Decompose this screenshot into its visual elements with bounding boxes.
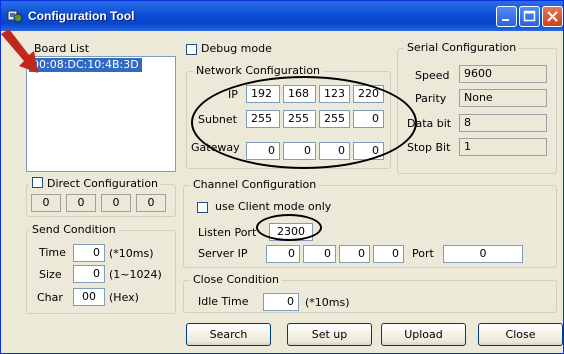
close-button[interactable]: Close [478,323,563,346]
parity-value: None [459,89,547,107]
server-ip-octet-1[interactable]: 0 [266,245,300,263]
speed-value: 9600 [459,65,547,83]
minimize-icon [502,19,509,21]
char-input[interactable]: 00 [73,288,105,306]
send-condition-legend: Send Condition [29,223,119,236]
direct-octet-2: 0 [66,194,96,212]
listen-port-highlight-ellipse [256,214,322,241]
network-highlight-ellipse [191,76,417,169]
client-mode-checkbox[interactable] [197,202,208,213]
size-unit: (1~1024) [109,268,162,281]
annotation-arrow-icon [1,29,38,73]
idle-time-unit: (*10ms) [305,296,350,309]
parity-label: Parity [415,92,447,105]
upload-button[interactable]: Upload [381,323,466,346]
setup-button[interactable]: Set up [287,323,372,346]
speed-label: Speed [415,69,450,82]
search-button[interactable]: Search [186,323,271,346]
time-input[interactable]: 0 [73,244,105,262]
minimize-button[interactable] [496,6,517,27]
maximize-icon [523,10,536,22]
char-label: Char [37,291,63,304]
maximize-button[interactable] [519,6,540,27]
debug-mode-checkbox[interactable] [186,44,197,55]
window-title: Configuration Tool [28,9,135,23]
port-input[interactable]: 0 [443,245,523,263]
board-list-label: Board List [34,42,90,55]
configuration-tool-window: Configuration Tool Board List 00:08:DC:1… [0,0,564,354]
direct-octet-3: 0 [101,194,131,212]
server-ip-octet-2[interactable]: 0 [303,245,336,263]
server-ip-octet-3[interactable]: 0 [339,245,370,263]
port-label: Port [412,247,434,260]
stop-bit-label: Stop Bit [407,141,451,154]
idle-time-input[interactable]: 0 [263,293,299,311]
direct-configuration-legend: Direct Configuration [29,177,162,190]
stop-bit-value: 1 [459,138,547,156]
time-label: Time [39,246,66,259]
board-list[interactable]: 00:08:DC:10:4B:3D [26,56,176,172]
channel-configuration-legend: Channel Configuration [190,178,320,191]
close-condition-legend: Close Condition [190,273,282,286]
close-icon [547,11,558,22]
server-ip-octet-4[interactable]: 0 [373,245,404,263]
title-bar[interactable]: Configuration Tool [1,1,563,31]
close-window-button[interactable] [542,6,563,27]
direct-octet-4: 0 [136,194,166,212]
size-input[interactable]: 0 [73,265,105,283]
data-bit-value: 8 [459,114,547,132]
serial-configuration-legend: Serial Configuration [404,41,520,54]
board-list-header: Board List [26,42,176,56]
debug-mode-label: Debug mode [201,42,272,55]
direct-octet-1: 0 [31,194,61,212]
direct-configuration-label: Direct Configuration [47,177,159,190]
size-label: Size [39,268,62,281]
direct-configuration-checkbox[interactable] [32,177,43,188]
listen-port-label: Listen Port [198,226,257,239]
board-list-item[interactable]: 00:08:DC:10:4B:3D [29,58,142,72]
time-unit: (*10ms) [109,247,154,260]
server-ip-label: Server IP [198,247,248,260]
char-unit: (Hex) [109,291,139,304]
app-icon [7,10,23,23]
idle-time-label: Idle Time [198,295,249,308]
client-mode-label: use Client mode only [215,200,332,213]
